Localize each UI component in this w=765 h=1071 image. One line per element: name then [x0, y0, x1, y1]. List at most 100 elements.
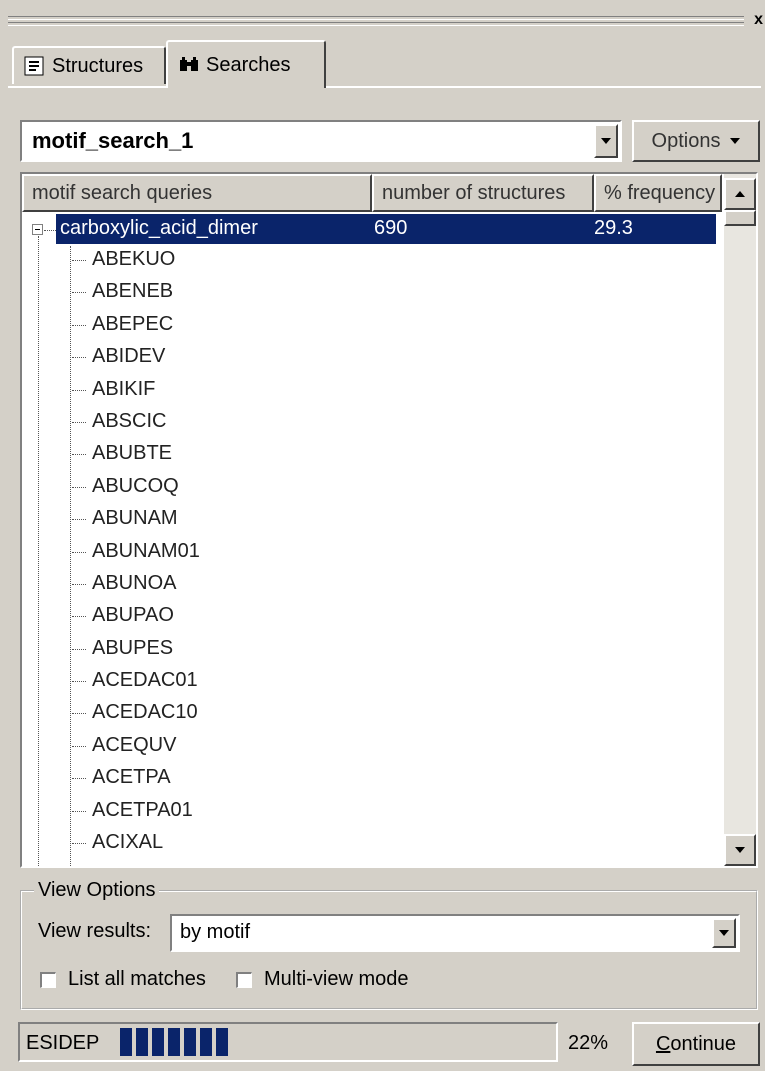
tree-row[interactable]: ABIDEV [22, 341, 722, 373]
options-label: Options [651, 129, 721, 152]
column-header-queries[interactable]: motif search queries [22, 174, 372, 212]
tree-row[interactable]: ACEDAC01 [22, 665, 722, 697]
tree-line [72, 681, 86, 683]
continue-button[interactable]: Continue [632, 1022, 760, 1066]
structure-refcode: ACETPA [92, 766, 171, 789]
view-results-select[interactable]: by motif [170, 914, 740, 952]
tree-line [72, 519, 86, 521]
search-select[interactable]: motif_search_1 [20, 120, 622, 162]
structure-refcode: ABUCOQ [92, 474, 179, 497]
structure-refcode: ABEPEC [92, 312, 174, 335]
panel-grip[interactable] [8, 16, 744, 26]
progress-segment [120, 1028, 132, 1056]
progress-segment [136, 1028, 148, 1056]
results-tree[interactable]: motif search queries number of structure… [20, 172, 758, 868]
tab-searches[interactable]: Searches [166, 40, 326, 88]
progress-segment [152, 1028, 164, 1056]
list-all-matches-checkbox[interactable]: List all matches [40, 968, 206, 991]
checkbox-label: List all matches [68, 968, 206, 990]
status-text: ESIDEP [26, 1032, 100, 1054]
tree-row[interactable]: ABUPAO [22, 600, 722, 632]
tree-line [72, 843, 86, 845]
tree-row[interactable]: ACMERZ [22, 859, 722, 866]
close-icon[interactable]: x [754, 12, 763, 28]
tree-row[interactable]: ABIKIF [22, 374, 722, 406]
structure-refcode: ACEQUV [92, 733, 177, 756]
progress-segment [200, 1028, 212, 1056]
structure-refcode: ABIDEV [92, 345, 166, 368]
tree-line [72, 583, 86, 585]
motif-name: carboxylic_acid_dimer [60, 217, 258, 239]
structure-refcode: ABEKUO [92, 248, 176, 270]
structures-list-icon [24, 56, 44, 76]
scroll-up-icon[interactable] [724, 178, 756, 210]
structure-refcode: ABUPAO [92, 604, 174, 627]
chevron-down-icon [730, 138, 741, 144]
tab-label: Structures [52, 54, 144, 77]
column-header-frequency[interactable]: % frequency [594, 174, 722, 212]
tree-line [72, 713, 86, 715]
scroll-thumb[interactable] [724, 210, 756, 226]
checkbox-box[interactable] [236, 971, 252, 988]
checkbox-box[interactable] [40, 971, 56, 988]
tree-row[interactable]: ABUNOA [22, 568, 722, 600]
view-options-legend: View Options [34, 879, 160, 902]
tree-row[interactable]: ABENEB [22, 276, 722, 308]
tree-line [72, 324, 86, 326]
structure-refcode: ACIXAL [92, 831, 164, 854]
tab-structures[interactable]: Structures [12, 46, 166, 84]
tree-row-selected[interactable]: carboxylic_acid_dimer 690 29.3 [56, 214, 716, 244]
tree-row[interactable]: ACETPA01 [22, 795, 722, 827]
tab-divider [8, 86, 761, 88]
tree-line [72, 745, 86, 747]
column-header-count[interactable]: number of structures [372, 174, 594, 212]
binoculars-icon [178, 55, 198, 75]
chevron-down-icon[interactable] [594, 124, 618, 158]
tree-row[interactable]: ACEDAC10 [22, 697, 722, 729]
status-bar: ESIDEP [18, 1022, 558, 1062]
progress-bar [120, 1028, 230, 1056]
tree-line [72, 810, 86, 812]
progress-segment [184, 1028, 196, 1056]
progress-segment [216, 1028, 228, 1056]
tree-row[interactable]: ABUNAM01 [22, 536, 722, 568]
tree-line [72, 260, 86, 261]
tree-row[interactable]: ABEPEC [22, 309, 722, 341]
tree-line [72, 357, 86, 359]
structure-refcode: ACMERZ [92, 863, 176, 866]
tree-row[interactable]: ABUNAM [22, 503, 722, 535]
tree-line [72, 616, 86, 618]
tree-line [72, 421, 86, 423]
scroll-down-icon[interactable] [724, 834, 756, 866]
options-button[interactable]: Options [632, 120, 760, 162]
structure-count: 690 [374, 217, 408, 239]
tree-line [72, 389, 86, 391]
structure-refcode: ABUNAM01 [92, 539, 200, 562]
chevron-down-icon[interactable] [712, 918, 736, 948]
view-results-value: by motif [180, 921, 251, 943]
tab-label: Searches [206, 53, 291, 76]
tree-row[interactable]: ABEKUO [22, 244, 722, 276]
tree-row[interactable]: ACEQUV [22, 730, 722, 762]
tree-header: motif search queries number of structure… [22, 174, 722, 212]
structure-refcode: ABUNAM [92, 507, 178, 530]
structure-refcode: ABUPES [92, 636, 174, 659]
tree-line [72, 486, 86, 488]
view-options-group: View Options View results: by motif List… [20, 879, 758, 1010]
tree-row[interactable]: ABUBTE [22, 438, 722, 470]
tree-row[interactable]: ACIXAL [22, 827, 722, 859]
checkbox-label: Multi-view mode [264, 968, 409, 990]
tree-line [72, 292, 86, 294]
tree-line [72, 648, 86, 650]
multi-view-mode-checkbox[interactable]: Multi-view mode [236, 968, 408, 991]
structure-refcode: ABUBTE [92, 442, 173, 465]
tree-line [72, 778, 86, 780]
vertical-scrollbar[interactable] [724, 174, 756, 866]
tree-row[interactable]: ACETPA [22, 762, 722, 794]
tree-row[interactable]: ABUCOQ [22, 471, 722, 503]
tree-row[interactable]: ABSCIC [22, 406, 722, 438]
search-select-value: motif_search_1 [32, 128, 194, 153]
tree-row[interactable]: ABUPES [22, 633, 722, 665]
structure-refcode: ABUNOA [92, 571, 177, 594]
structure-refcode: ABENEB [92, 280, 174, 303]
